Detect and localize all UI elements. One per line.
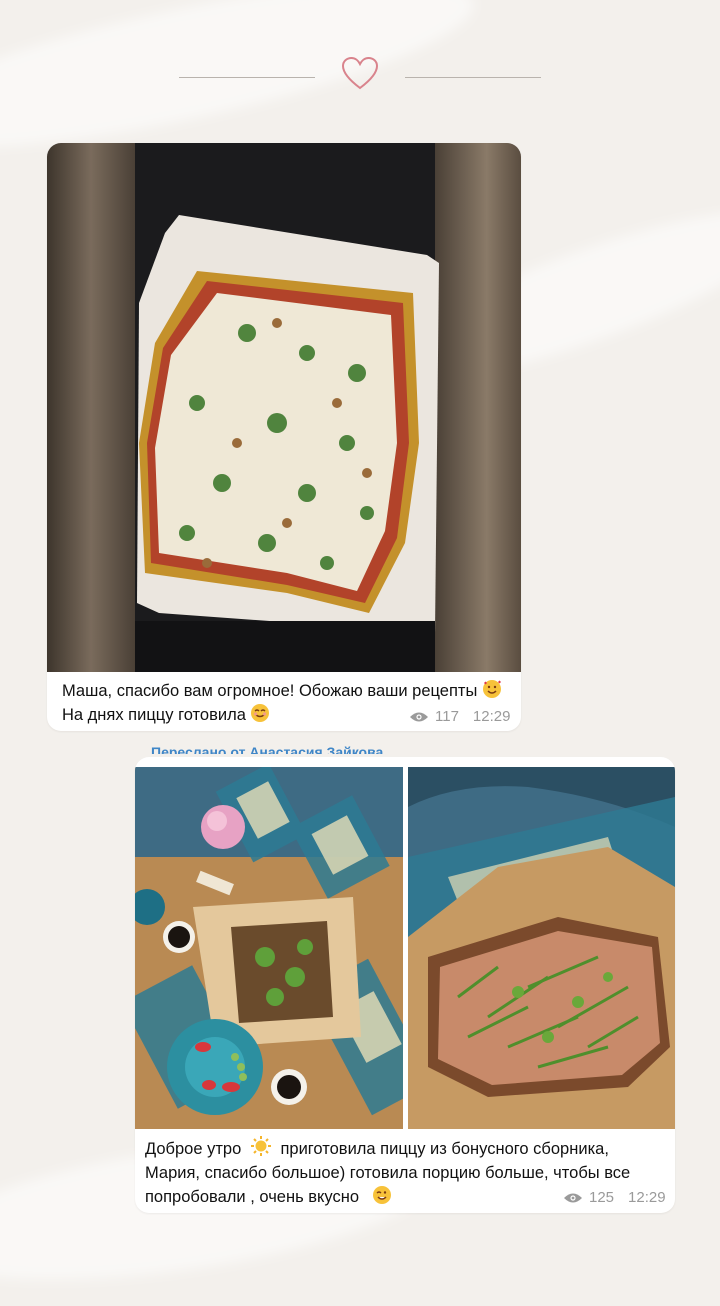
- message-line: Мария, спасибо большое) готовила порцию …: [145, 1164, 631, 1182]
- breakfast-table-photo[interactable]: [135, 767, 403, 1129]
- message-text: Доброе утро приготовила пиццу из бонусно…: [145, 1135, 630, 1209]
- message-line: попробовали , очень вкусно: [145, 1188, 360, 1206]
- views-eye-icon: [564, 1193, 582, 1202]
- message-card: Доброе утро приготовила пиццу из бонусно…: [135, 757, 675, 1213]
- smiling-face-icon: [372, 1186, 391, 1204]
- message-time: 12:29: [628, 1189, 666, 1206]
- pizza-photo[interactable]: [47, 143, 521, 672]
- heart-icon: [341, 56, 379, 90]
- message-line: На днях пиццу готовила: [62, 706, 246, 724]
- view-count: 117: [435, 708, 459, 725]
- message-meta: 125 12:29: [563, 1189, 666, 1206]
- divider-line-left: [179, 77, 315, 78]
- smiling-face-with-hearts-icon: [482, 680, 501, 698]
- sun-icon: [250, 1136, 271, 1156]
- message-card: Маша, спасибо вам огромное! Обожаю ваши …: [47, 143, 521, 731]
- message-line: приготовила пиццу из бонусного сборника,: [280, 1140, 609, 1158]
- forwarded-from-label[interactable]: Переслано от Анастасия Зайкова: [151, 738, 411, 754]
- pizza-closeup-photo[interactable]: [408, 767, 675, 1129]
- divider-line-right: [405, 77, 541, 78]
- message-line: Доброе утро: [145, 1140, 242, 1158]
- smiling-face-with-smiling-eyes-icon: [251, 704, 270, 722]
- message-line: Маша, спасибо вам огромное! Обожаю ваши …: [62, 682, 478, 700]
- views-eye-icon: [410, 712, 428, 721]
- view-count: 125: [589, 1189, 615, 1206]
- message-time: 12:29: [472, 708, 511, 725]
- message-meta: 117 12:29: [409, 708, 510, 725]
